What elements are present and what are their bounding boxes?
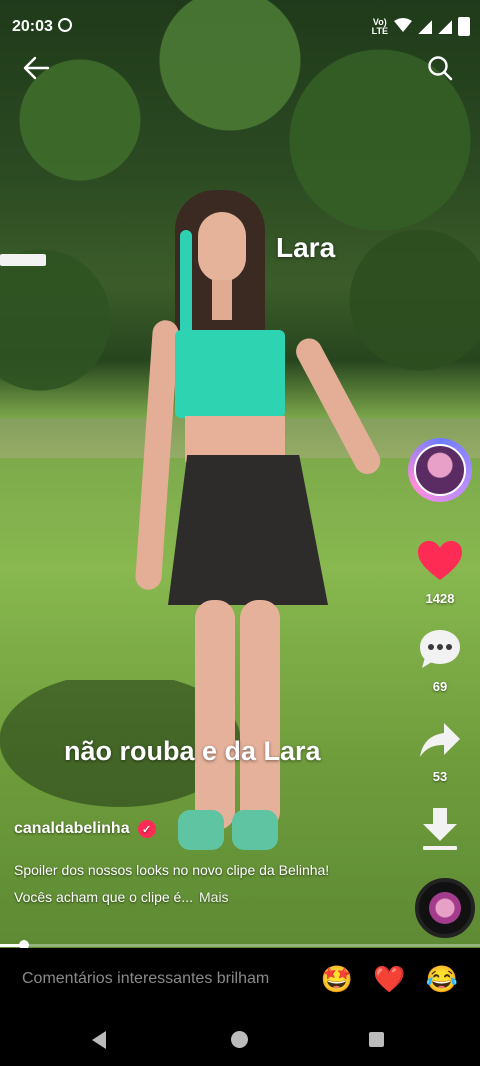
share-icon <box>420 723 460 757</box>
nav-back-icon[interactable] <box>92 1031 106 1049</box>
sound-disc[interactable] <box>415 878 475 938</box>
left-shoe <box>178 810 224 850</box>
status-bar: 20:03 Vo) LTE <box>0 0 480 56</box>
nav-recents-icon[interactable] <box>369 1032 384 1047</box>
search-icon <box>428 56 453 81</box>
download-button[interactable] <box>410 806 470 857</box>
verified-badge-icon: ✓ <box>137 820 156 838</box>
description-text: Spoiler dos nossos looks no novo clipe d… <box>14 862 330 905</box>
comment-button[interactable]: 69 <box>410 628 470 694</box>
skirt <box>168 455 328 605</box>
lte-indicator: Vo) LTE <box>371 16 388 36</box>
signal-icon <box>418 19 432 34</box>
back-button[interactable] <box>18 50 54 86</box>
right-arm <box>291 333 385 479</box>
sound-disc-image <box>429 892 461 924</box>
comment-count: 69 <box>432 679 448 694</box>
nav-home-icon[interactable] <box>231 1031 248 1048</box>
video-description[interactable]: Spoiler dos nossos looks no novo clipe d… <box>14 857 334 911</box>
author-row[interactable]: canaldabelinha ✓ <box>14 820 156 838</box>
share-count: 53 <box>432 769 448 784</box>
neck <box>212 280 232 320</box>
right-leg <box>240 600 280 830</box>
search-button[interactable] <box>422 50 458 86</box>
like-button[interactable]: 1428 <box>410 540 470 606</box>
comment-icon <box>420 630 460 668</box>
status-time: 20:03 <box>12 18 53 35</box>
creator-avatar[interactable] <box>408 438 472 502</box>
overlay-caption: não rouba e da Lara <box>64 736 321 766</box>
more-link[interactable]: Mais <box>199 889 229 905</box>
heart-icon <box>418 541 462 580</box>
left-leg <box>195 600 235 830</box>
background-pole <box>0 254 46 266</box>
crop-top <box>175 330 285 418</box>
emoji-button-heart[interactable]: ❤️ <box>373 964 405 995</box>
system-nav-bar <box>0 1014 480 1066</box>
comment-bar[interactable]: Comentários interessantes brilham 🤩 ❤️ 😂 <box>0 948 480 1014</box>
battery-icon <box>458 17 470 36</box>
share-button[interactable]: 53 <box>410 720 470 784</box>
emoji-button-starstruck[interactable]: 🤩 <box>321 964 353 995</box>
wifi-icon <box>394 18 412 35</box>
like-count: 1428 <box>425 591 455 606</box>
signal-icon-2 <box>438 19 452 34</box>
author-username[interactable]: canaldabelinha <box>14 820 130 838</box>
status-icons: Vo) LTE <box>372 17 470 36</box>
video-progress-bar[interactable] <box>0 940 480 950</box>
right-shoe <box>232 810 278 850</box>
left-arm <box>134 319 180 591</box>
face <box>198 212 246 282</box>
avatar-image <box>414 444 466 496</box>
overlay-name-tag: Lara <box>276 232 336 263</box>
download-icon <box>423 808 457 850</box>
person-figure <box>134 190 385 870</box>
no-disturb-icon <box>58 18 72 32</box>
back-arrow-icon <box>23 56 50 80</box>
emoji-button-laugh[interactable]: 😂 <box>426 964 458 995</box>
comment-input[interactable]: Comentários interessantes brilham <box>22 970 269 988</box>
quick-emoji-row: 🤩 ❤️ 😂 <box>321 964 458 995</box>
